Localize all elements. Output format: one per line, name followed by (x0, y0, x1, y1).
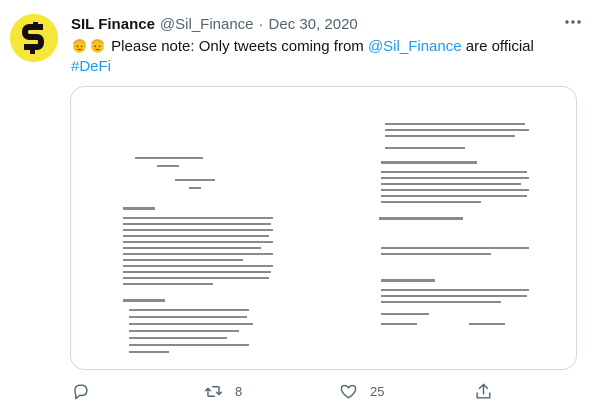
media-image[interactable] (70, 86, 577, 370)
mention-link[interactable]: @Sil_Finance (368, 38, 462, 55)
tweet-header: SIL Finance @Sil_Finance · Dec 30, 2020 (71, 14, 579, 34)
author-name[interactable]: SIL Finance (71, 16, 155, 33)
tweet-text-prefix: Please note: Only tweets coming from (111, 38, 368, 55)
document-pages-image (71, 87, 576, 369)
retweet-icon (204, 385, 223, 397)
author-handle[interactable]: @Sil_Finance (160, 16, 254, 33)
person-emoji-icon (91, 39, 104, 53)
retweet-count: 8 (235, 383, 243, 399)
more-icon (565, 20, 581, 24)
separator-dot: · (258, 15, 264, 33)
like-icon (340, 384, 357, 399)
share-icon (476, 383, 491, 399)
person-emoji-icon (73, 39, 86, 53)
sil-logo-icon (10, 14, 58, 62)
reply-button[interactable] (71, 380, 102, 402)
like-button[interactable]: 25 (339, 380, 384, 402)
reply-icon (74, 383, 88, 399)
more-options-button[interactable] (563, 12, 583, 32)
like-count: 25 (370, 383, 385, 399)
avatar[interactable] (10, 14, 58, 62)
tweet-actions: 8 25 (71, 380, 501, 402)
share-button[interactable] (474, 380, 493, 402)
hashtag-link[interactable]: #DeFi (71, 58, 111, 75)
tweet-date[interactable]: Dec 30, 2020 (269, 16, 358, 33)
tweet-text: Please note: Only tweets coming from @Si… (71, 37, 576, 77)
tweet[interactable]: SIL Finance @Sil_Finance · Dec 30, 2020 … (0, 0, 593, 413)
tweet-text-suffix: are official (461, 38, 534, 55)
retweet-button[interactable]: 8 (204, 380, 242, 402)
